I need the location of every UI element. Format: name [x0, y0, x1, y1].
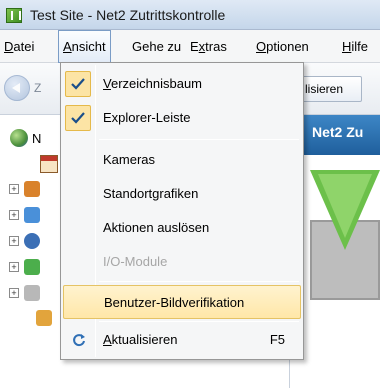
- menu-item-aktualisieren[interactable]: Aktualisieren F5: [63, 323, 301, 357]
- menu-item-benutzer-bildverifikation[interactable]: Benutzer-Bildverifikation: [63, 285, 301, 319]
- network-globe-icon: [10, 129, 28, 147]
- refresh-button[interactable]: lisieren: [300, 76, 362, 102]
- tree-root-label[interactable]: N: [32, 131, 41, 146]
- ansicht-dropdown-menu: Verzeichnisbaum Explorer-Leiste Kameras …: [60, 62, 304, 360]
- menu-item-explorer-leiste[interactable]: Explorer-Leiste: [63, 101, 301, 135]
- menu-item-io-module: I/O-Module: [103, 254, 168, 269]
- calendar-icon: [40, 155, 58, 173]
- menu-item-aktionen-ausloesen[interactable]: Aktionen auslösen: [63, 211, 301, 245]
- doors-icon: [24, 207, 40, 223]
- green-arrow-graphic: [310, 170, 380, 300]
- back-arrow-icon[interactable]: [4, 75, 30, 101]
- tree-expander[interactable]: +: [9, 210, 19, 220]
- menu-item-verzeichnisbaum[interactable]: Verzeichnisbaum: [63, 67, 301, 101]
- menu-item-kameras[interactable]: Kameras: [63, 143, 301, 177]
- users-icon: [24, 181, 40, 197]
- shortcut-f5: F5: [269, 332, 285, 347]
- tree-expander[interactable]: +: [9, 236, 19, 246]
- checkmark-icon: [65, 105, 91, 131]
- menu-separator: [99, 281, 299, 282]
- menu-separator: [99, 321, 299, 322]
- tree-expander[interactable]: +: [9, 288, 19, 298]
- menu-gehe-zu[interactable]: Gehe zu: [128, 30, 185, 63]
- menu-separator: [99, 139, 299, 140]
- menu-bar: Datei Ansicht Gehe zu Extras Optionen Hi…: [0, 30, 380, 63]
- menu-hilfe[interactable]: Hilfe: [338, 30, 372, 63]
- access-levels-icon: [24, 259, 40, 275]
- menu-extras[interactable]: Extras: [186, 30, 231, 63]
- time-icon: [24, 233, 40, 249]
- menu-optionen[interactable]: Optionen: [252, 30, 313, 63]
- tree-expander[interactable]: +: [9, 262, 19, 272]
- refresh-icon: [73, 334, 85, 347]
- tree-expander[interactable]: +: [9, 184, 19, 194]
- title-bar: Test Site - Net2 Zutrittskontrolle: [0, 0, 380, 30]
- departments-icon: [36, 310, 52, 326]
- events-icon: [24, 285, 40, 301]
- window-title: Test Site - Net2 Zutrittskontrolle: [30, 7, 226, 23]
- checkmark-icon: [65, 71, 91, 97]
- app-logo-icon: [6, 8, 22, 23]
- menu-ansicht[interactable]: Ansicht: [58, 30, 111, 63]
- back-button-label: Z: [34, 81, 42, 95]
- menu-item-standortgrafiken[interactable]: Standortgrafiken: [63, 177, 301, 211]
- menu-datei[interactable]: Datei: [0, 30, 38, 63]
